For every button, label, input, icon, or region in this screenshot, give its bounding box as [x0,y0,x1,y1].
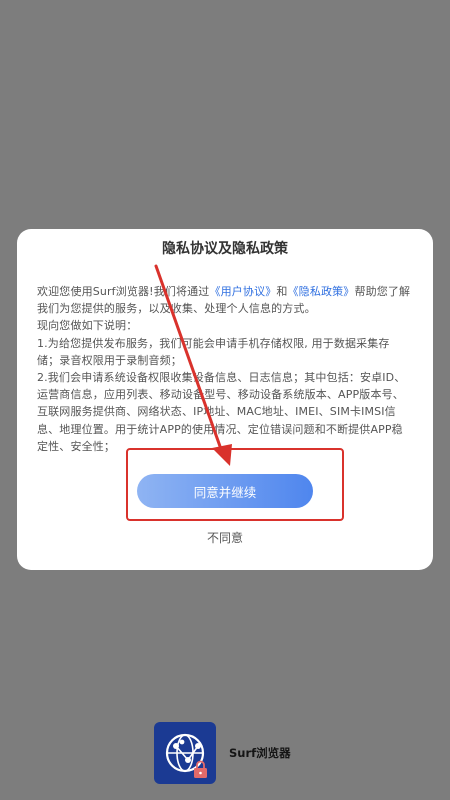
globe-lock-icon [165,733,207,778]
disagree-button[interactable]: 不同意 [17,529,433,546]
intro-prefix: 欢迎您使用Surf浏览器!我们将通过 [37,285,210,298]
privacy-policy-link[interactable]: 《隐私政策》 [288,285,355,298]
intro-paragraph: 欢迎您使用Surf浏览器!我们将通过《用户协议》和《隐私政策》帮助您了解我们为您… [37,283,411,317]
notice-item-1: 1.为给您提供发布服务，我们可能会申请手机存储权限, 用于数据采集存储；录音权限… [37,336,390,367]
privacy-dialog: 隐私协议及隐私政策 欢迎您使用Surf浏览器!我们将通过《用户协议》和《隐私政策… [17,229,433,570]
agree-continue-button[interactable]: 同意并继续 [137,474,313,508]
dialog-body: 欢迎您使用Surf浏览器!我们将通过《用户协议》和《隐私政策》帮助您了解我们为您… [37,283,411,455]
app-name: Surf浏览器 [229,746,291,760]
intro-and: 和 [276,285,288,298]
user-agreement-link[interactable]: 《用户协议》 [209,285,276,298]
notice-item-2: 2.我们会申请系统设备权限收集设备信息、日志信息；其中包括：安卓ID、运营商信息… [37,371,406,453]
dialog-title: 隐私协议及隐私政策 [162,241,288,257]
notice-heading: 现向您做如下说明： [37,319,138,333]
app-logo [154,722,216,784]
